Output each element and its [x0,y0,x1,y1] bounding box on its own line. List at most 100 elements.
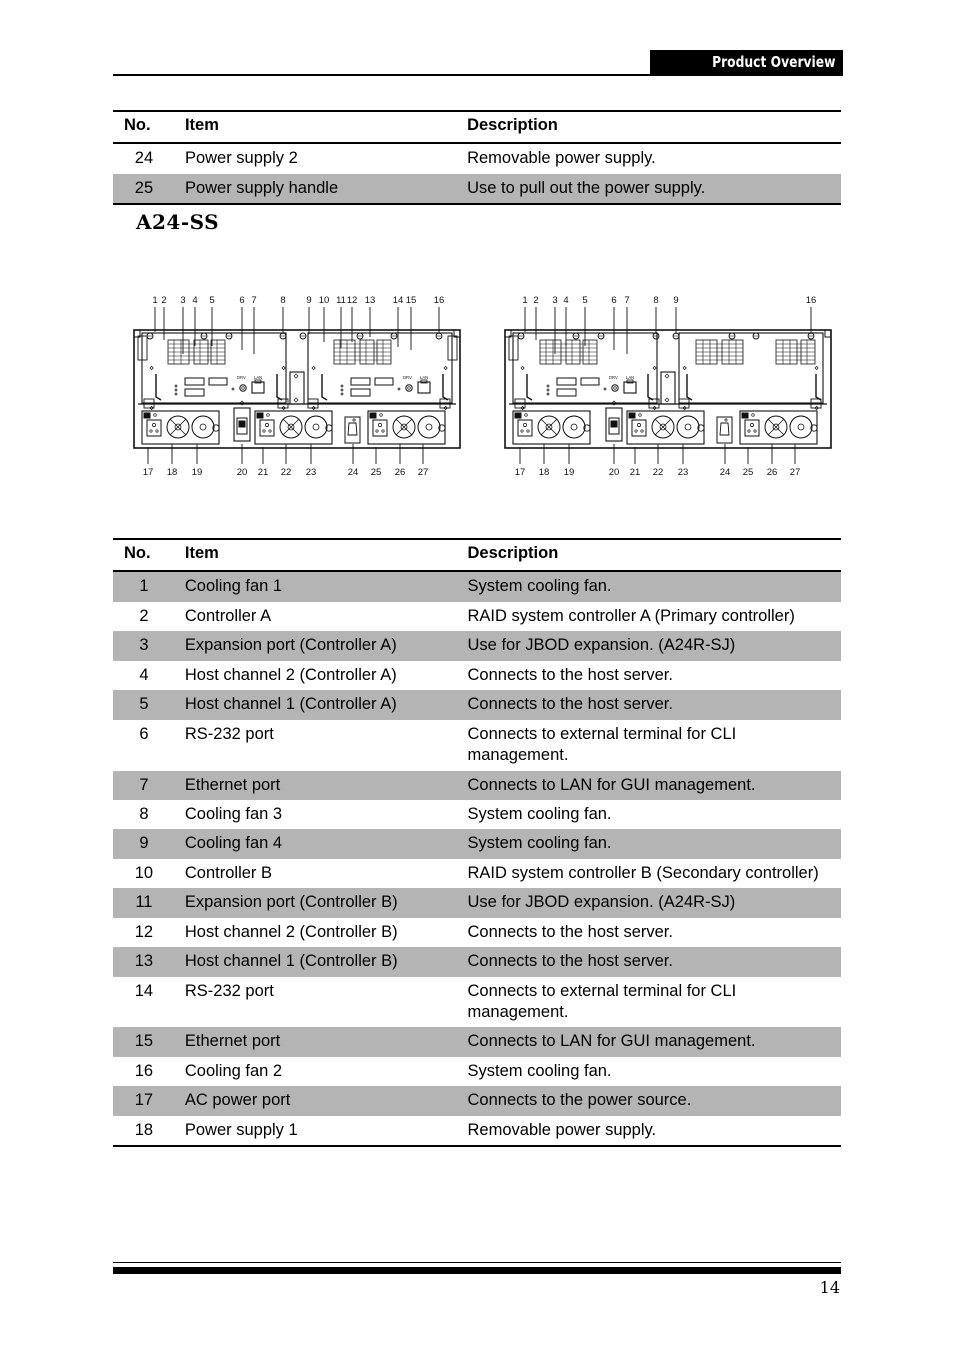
cell-description: Connects to the host server. [465,660,841,691]
cell-description: Connects to LAN for GUI management. [465,770,841,800]
header-section-title: Product Overview [711,53,835,71]
svg-text:15: 15 [406,295,417,306]
cell-no: 16 [113,1056,181,1087]
cell-no: 14 [113,976,181,1028]
cell-no: 10 [113,858,181,889]
cell-description: Connects to the host server. [465,690,841,720]
svg-text:8: 8 [280,295,285,306]
svg-text:25: 25 [371,467,382,478]
rear-panel-illustration-right: DRV LAN 1 2 3 4 5 6 7 8 9 16 17 18 19 20… [504,295,832,478]
svg-text:2: 2 [533,295,538,306]
svg-text:LAN: LAN [420,375,428,380]
cell-description: System cooling fan. [465,571,841,602]
cell-no: 25 [113,173,181,206]
svg-text:6: 6 [239,295,244,306]
svg-text:3: 3 [180,295,185,306]
top-spec-table: No. Item Description 24 Power supply 2 Remova… [113,109,841,206]
cell-no: 17 [113,1086,181,1116]
diagram-a24-ss-dual-controller-rear: DRV LAN DRV LAN 1 2 3 4 5 6 7 8 9 10 11 … [130,292,465,492]
header-section-tab: Product Overview [650,50,843,76]
table-row: 16 Cooling fan 2 System cooling fan. [113,1056,841,1087]
svg-text:9: 9 [673,295,678,306]
cell-description: Use to pull out the power supply. [465,173,841,206]
svg-text:4: 4 [192,295,197,306]
svg-text:5: 5 [582,295,587,306]
table-row: 17 AC power port Connects to the power sou… [113,1086,841,1116]
page-title: A24-SS [136,210,220,234]
svg-text:23: 23 [306,467,317,478]
main-spec-table: No. Item Description 1 Cooling fan 1 System c… [113,537,841,1148]
svg-text:22: 22 [281,467,292,478]
table-row: 14 RS-232 port Connects to external termin… [113,976,841,1028]
table-row: 13 Host channel 1 (Controller B) Connects … [113,947,841,977]
cell-item: RS-232 port [180,719,466,771]
cell-no: 5 [113,690,181,720]
cell-item: Cooling fan 3 [180,799,466,830]
header-divider-rule [113,74,653,76]
svg-text:13: 13 [365,295,376,306]
cell-description: Connects to the host server. [465,917,841,948]
svg-text:4: 4 [563,295,568,306]
column-header-item: Item [180,537,466,573]
cell-description: Use for JBOD expansion. (A24R-SJ) [465,631,841,661]
port-micro-labels-right: DRV LAN [609,375,634,380]
svg-text:26: 26 [767,467,778,478]
table-row: 3 Expansion port (Controller A) Use for JB… [113,631,841,661]
cell-description: Connects to external terminal for CLI ma… [465,976,841,1028]
svg-text:DRV: DRV [609,375,618,380]
cell-no: 18 [113,1115,181,1148]
footer-divider-thick [113,1267,841,1274]
svg-text:12: 12 [347,295,358,306]
cell-no: 6 [113,719,181,771]
page-header: Product Overview [0,44,954,84]
cell-no: 11 [113,888,181,918]
cell-item: Power supply 1 [180,1115,466,1148]
cell-item: Cooling fan 4 [180,829,466,859]
svg-text:19: 19 [192,467,203,478]
svg-text:20: 20 [609,467,620,478]
table-row: 12 Host channel 2 (Controller B) Connects … [113,917,841,948]
cell-description: Connects to LAN for GUI management. [465,1027,841,1057]
cell-description: Connects to external terminal for CLI ma… [465,719,841,771]
cell-no: 8 [113,799,181,830]
column-header-item: Item [180,109,466,145]
cell-item: Controller B [180,858,466,889]
cell-description: System cooling fan. [465,799,841,830]
svg-text:19: 19 [564,467,575,478]
table-row: 24 Power supply 2 Removable power supply. [113,143,841,174]
cell-item: Host channel 1 (Controller B) [180,947,466,977]
cell-description: System cooling fan. [465,829,841,859]
svg-text:18: 18 [539,467,550,478]
svg-text:DRV: DRV [237,375,246,380]
svg-text:7: 7 [251,295,256,306]
svg-text:24: 24 [720,467,731,478]
svg-text:7: 7 [624,295,629,306]
svg-text:17: 17 [515,467,526,478]
svg-text:3: 3 [552,295,557,306]
cell-no: 2 [113,601,181,632]
callout-numbers-top-left: 1 2 3 4 5 6 7 8 9 10 11 12 13 14 15 16 [152,295,444,306]
svg-text:8: 8 [653,295,658,306]
svg-text:11: 11 [336,295,346,306]
cell-no: 13 [113,947,181,977]
svg-text:26: 26 [395,467,406,478]
svg-text:9: 9 [306,295,311,306]
svg-text:16: 16 [806,295,817,306]
table-row: 11 Expansion port (Controller B) Use for J… [113,888,841,918]
svg-text:20: 20 [237,467,248,478]
callout-numbers-bottom-left: 17 18 19 20 21 22 23 24 25 26 27 [143,467,429,478]
svg-text:2: 2 [161,295,166,306]
cell-no: 4 [113,660,181,691]
svg-text:LAN: LAN [626,375,634,380]
svg-text:16: 16 [434,295,445,306]
cell-item: Power supply 2 [180,143,466,174]
cell-description: Use for JBOD expansion. (A24R-SJ) [465,888,841,918]
cell-item: Host channel 2 (Controller A) [180,660,466,691]
cell-description: Removable power supply. [465,143,841,174]
main-table-header-row: No. Item Description [113,537,841,573]
cell-item: AC power port [180,1086,466,1116]
cell-description: Removable power supply. [465,1115,841,1148]
svg-text:1: 1 [152,295,157,306]
cell-description: RAID system controller B (Secondary cont… [465,858,841,889]
svg-text:21: 21 [258,467,269,478]
